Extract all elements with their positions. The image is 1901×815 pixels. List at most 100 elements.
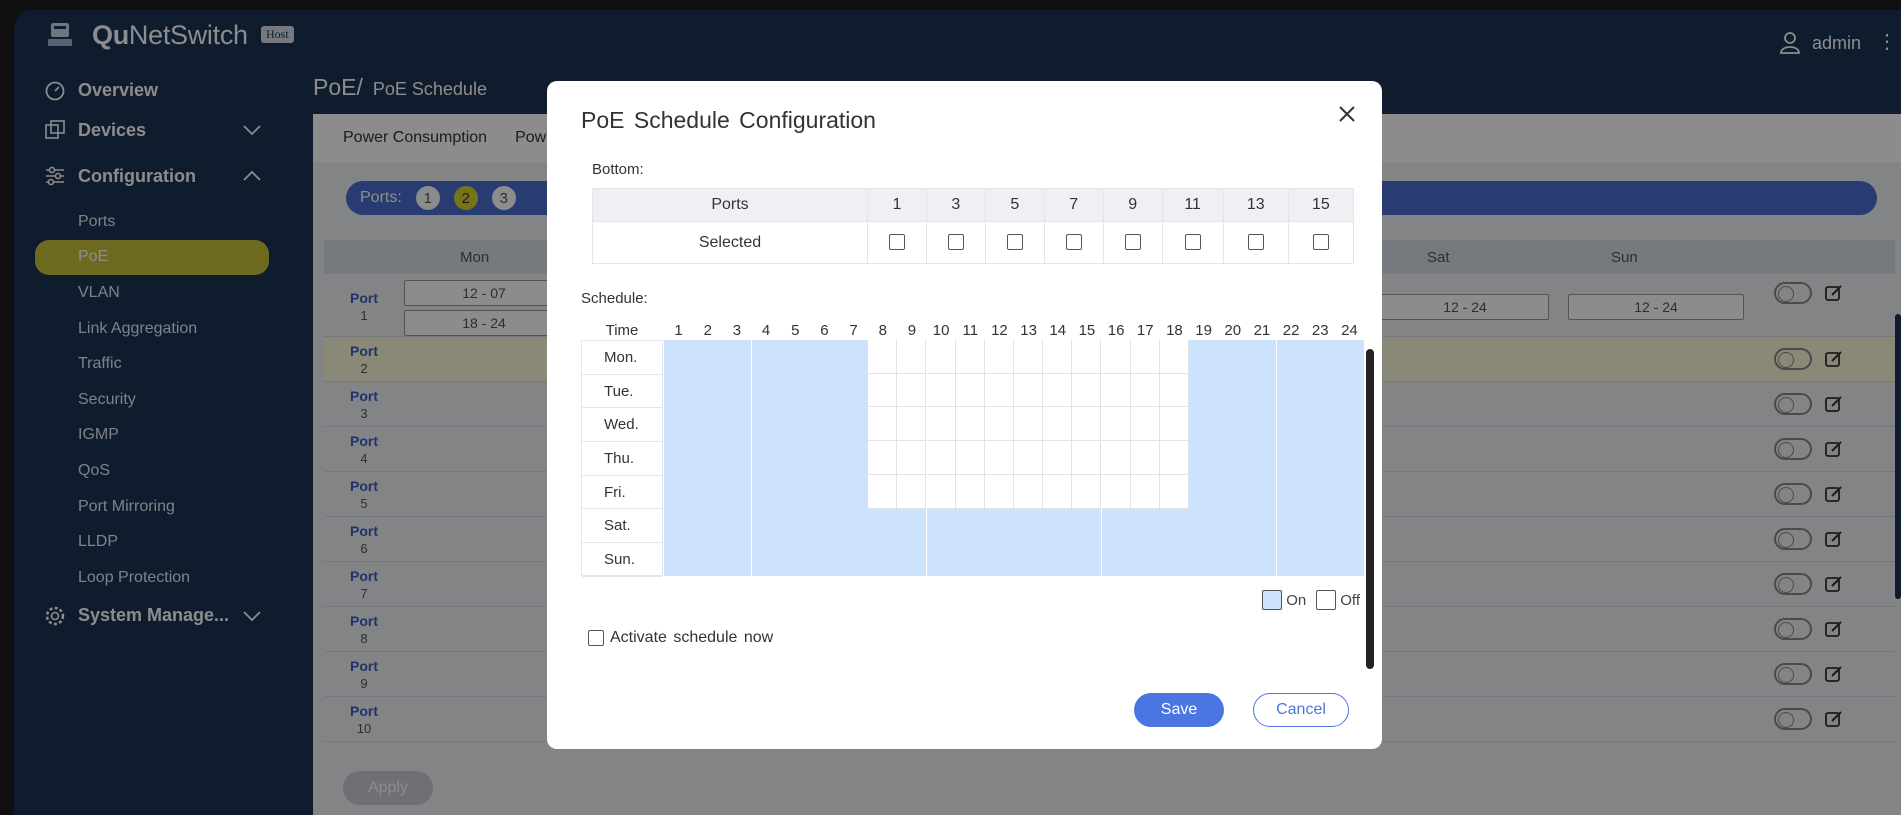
schedule-cell[interactable] <box>780 407 810 442</box>
schedule-cell[interactable] <box>1043 373 1073 408</box>
schedule-cell[interactable] <box>1305 373 1335 408</box>
schedule-cell[interactable] <box>897 542 927 576</box>
schedule-cell[interactable] <box>1014 542 1044 576</box>
schedule-cell[interactable] <box>897 340 927 374</box>
schedule-cell[interactable] <box>780 508 810 543</box>
schedule-cell[interactable] <box>1072 508 1102 543</box>
port-select-checkbox[interactable] <box>888 234 905 251</box>
schedule-cell[interactable] <box>1072 340 1102 374</box>
schedule-cell[interactable] <box>1305 542 1335 576</box>
schedule-cell[interactable] <box>751 407 781 442</box>
schedule-cell[interactable] <box>1130 474 1160 509</box>
schedule-cell[interactable] <box>1043 474 1073 509</box>
cancel-button[interactable]: Cancel <box>1253 693 1349 727</box>
schedule-cell[interactable] <box>984 441 1014 475</box>
schedule-cell[interactable] <box>1334 373 1364 408</box>
schedule-cell[interactable] <box>722 340 752 374</box>
schedule-cell[interactable] <box>809 508 839 543</box>
port-select-checkbox[interactable] <box>1006 234 1023 251</box>
schedule-cell[interactable] <box>1014 474 1044 509</box>
schedule-cell[interactable] <box>839 474 869 509</box>
schedule-cell[interactable] <box>722 373 752 408</box>
schedule-cell[interactable] <box>693 542 723 576</box>
schedule-cell[interactable] <box>722 508 752 543</box>
schedule-cell[interactable] <box>984 340 1014 374</box>
schedule-cell[interactable] <box>868 441 898 475</box>
schedule-cell[interactable] <box>1334 407 1364 442</box>
schedule-cell[interactable] <box>868 407 898 442</box>
schedule-cell[interactable] <box>1276 340 1306 374</box>
schedule-cell[interactable] <box>897 407 927 442</box>
schedule-cell[interactable] <box>1218 508 1248 543</box>
schedule-cell[interactable] <box>1014 508 1044 543</box>
port-select-checkbox[interactable] <box>1247 234 1264 251</box>
schedule-cell[interactable] <box>1276 407 1306 442</box>
schedule-cell[interactable] <box>751 508 781 543</box>
schedule-cell[interactable] <box>984 508 1014 543</box>
schedule-cell[interactable] <box>1276 508 1306 543</box>
schedule-cell[interactable] <box>1189 508 1219 543</box>
schedule-cell[interactable] <box>1101 407 1131 442</box>
schedule-cell[interactable] <box>868 474 898 509</box>
schedule-cell[interactable] <box>751 474 781 509</box>
schedule-cell[interactable] <box>693 340 723 374</box>
schedule-cell[interactable] <box>1189 373 1219 408</box>
schedule-cell[interactable] <box>1276 373 1306 408</box>
schedule-cell[interactable] <box>926 542 956 576</box>
schedule-cell[interactable] <box>1247 407 1277 442</box>
schedule-cell[interactable] <box>751 441 781 475</box>
schedule-cell[interactable] <box>1159 340 1189 374</box>
port-select-checkbox[interactable] <box>947 234 964 251</box>
schedule-cell[interactable] <box>1130 508 1160 543</box>
schedule-cell[interactable] <box>693 508 723 543</box>
schedule-cell[interactable] <box>809 474 839 509</box>
schedule-cell[interactable] <box>926 407 956 442</box>
schedule-cell[interactable] <box>839 508 869 543</box>
schedule-cell[interactable] <box>664 474 694 509</box>
port-select-checkbox[interactable] <box>1124 234 1141 251</box>
schedule-cell[interactable] <box>1130 340 1160 374</box>
schedule-cell[interactable] <box>664 340 694 374</box>
schedule-cell[interactable] <box>839 441 869 475</box>
close-icon[interactable] <box>1338 105 1356 123</box>
schedule-cell[interactable] <box>1334 441 1364 475</box>
schedule-cell[interactable] <box>780 340 810 374</box>
schedule-cell[interactable] <box>809 441 839 475</box>
schedule-cell[interactable] <box>1334 508 1364 543</box>
schedule-cell[interactable] <box>1218 542 1248 576</box>
schedule-cell[interactable] <box>780 441 810 475</box>
schedule-cell[interactable] <box>693 373 723 408</box>
schedule-cell[interactable] <box>1334 474 1364 509</box>
schedule-cell[interactable] <box>1334 542 1364 576</box>
schedule-cell[interactable] <box>722 441 752 475</box>
schedule-cell[interactable] <box>926 340 956 374</box>
schedule-cell[interactable] <box>926 508 956 543</box>
schedule-cell[interactable] <box>839 373 869 408</box>
schedule-cell[interactable] <box>1218 474 1248 509</box>
schedule-cell[interactable] <box>664 508 694 543</box>
schedule-cell[interactable] <box>1043 508 1073 543</box>
schedule-cell[interactable] <box>1101 474 1131 509</box>
schedule-cell[interactable] <box>751 542 781 576</box>
schedule-cell[interactable] <box>1247 542 1277 576</box>
schedule-cell[interactable] <box>1334 340 1364 374</box>
schedule-cell[interactable] <box>1043 407 1073 442</box>
schedule-cell[interactable] <box>1189 407 1219 442</box>
schedule-cell[interactable] <box>809 542 839 576</box>
schedule-cell[interactable] <box>1218 340 1248 374</box>
schedule-cell[interactable] <box>955 340 985 374</box>
schedule-cell[interactable] <box>1159 373 1189 408</box>
schedule-cell[interactable] <box>955 407 985 442</box>
schedule-cell[interactable] <box>1101 542 1131 576</box>
schedule-cell[interactable] <box>955 373 985 408</box>
schedule-cell[interactable] <box>1276 441 1306 475</box>
schedule-cell[interactable] <box>809 373 839 408</box>
schedule-cell[interactable] <box>926 441 956 475</box>
schedule-cell[interactable] <box>1218 407 1248 442</box>
schedule-cell[interactable] <box>1043 340 1073 374</box>
schedule-cell[interactable] <box>1218 441 1248 475</box>
schedule-cell[interactable] <box>1159 474 1189 509</box>
schedule-cell[interactable] <box>955 508 985 543</box>
schedule-cell[interactable] <box>1247 474 1277 509</box>
schedule-cell[interactable] <box>1247 340 1277 374</box>
